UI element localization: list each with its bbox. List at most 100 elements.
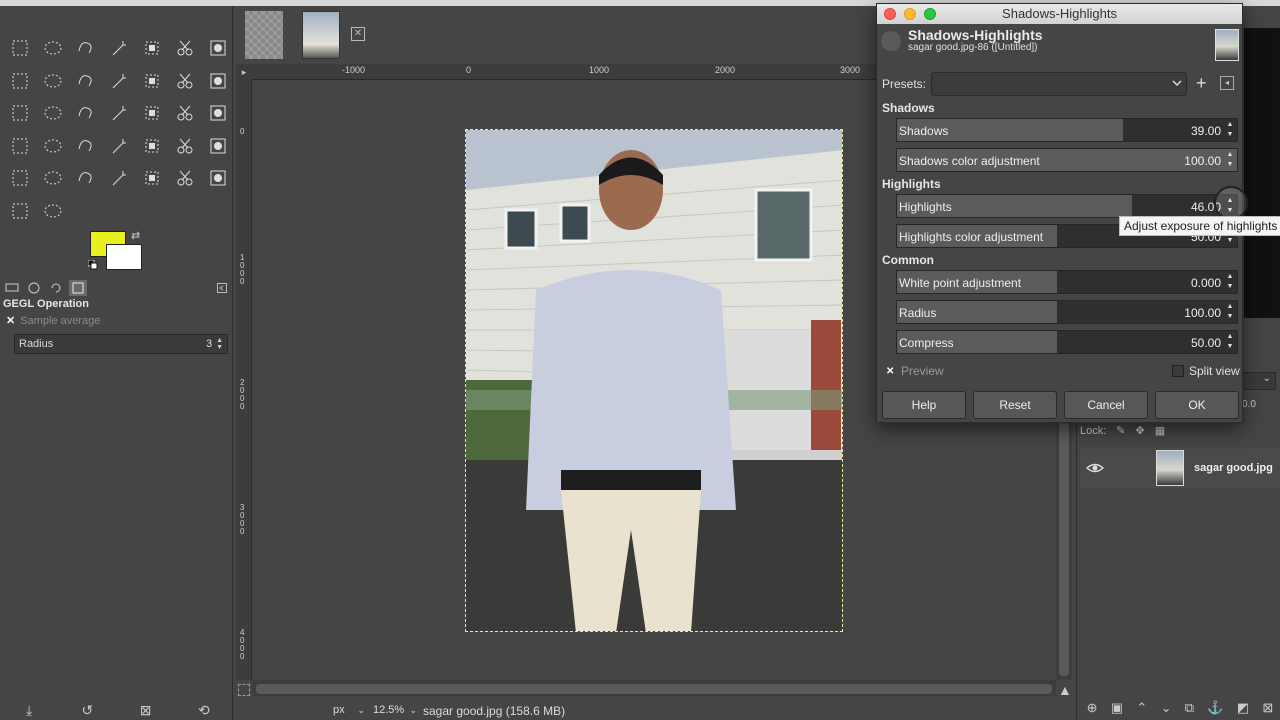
layer-name[interactable]: sagar good.jpg (1194, 462, 1273, 474)
chevron-down-icon[interactable] (1171, 77, 1183, 89)
presets-combo[interactable] (931, 72, 1187, 96)
smudge-tool-icon[interactable] (3, 195, 36, 228)
horizontal-scrollbar-thumb[interactable] (256, 684, 1052, 694)
pencil-tool-icon[interactable] (135, 130, 168, 163)
fuzzy-select-tool-icon[interactable] (102, 32, 135, 65)
ok-button[interactable]: OK (1155, 391, 1239, 419)
eye-icon[interactable] (1085, 459, 1105, 480)
foreground-select-tool-icon[interactable] (201, 32, 234, 65)
help-button[interactable]: Help (882, 391, 966, 419)
measure-tool-icon[interactable] (102, 65, 135, 98)
color-select-tool-icon[interactable] (135, 32, 168, 65)
image-layer-photo[interactable] (465, 129, 843, 632)
undo-history-tab-icon[interactable] (47, 280, 65, 296)
blur-tool-icon[interactable] (201, 162, 234, 195)
device-status-tab-icon[interactable] (3, 280, 21, 296)
unit-select[interactable]: px ⌄ (330, 700, 368, 720)
blend-tool-icon[interactable] (102, 130, 135, 163)
shadows-slider[interactable]: Shadows 39.00 ▲ ▼ (896, 118, 1238, 142)
save-options-icon[interactable]: ⤓ (21, 702, 37, 718)
mask-layer-icon[interactable]: ◩ (1237, 700, 1249, 720)
spin-arrows-icon[interactable]: ▲▼ (1225, 150, 1235, 170)
airbrush-tool-icon[interactable] (3, 162, 36, 195)
dodge-burn-tool-icon[interactable] (36, 195, 69, 228)
preset-menu-icon[interactable]: ◂ (1220, 76, 1234, 90)
shadows-color-adjustment-slider[interactable]: Shadows color adjustment 100.00 ▲ ▼ (896, 148, 1238, 172)
configure-tab-icon[interactable] (213, 280, 231, 296)
highlights-slider[interactable]: Highlights 46.00 ▲ ▼ (896, 194, 1238, 218)
scissors-select-tool-icon[interactable] (168, 32, 201, 65)
color-picker-tool-icon[interactable] (36, 65, 69, 98)
duplicate-layer-icon[interactable]: ⧉ (1185, 700, 1194, 720)
raise-layer-icon[interactable]: ⌃ (1136, 700, 1147, 720)
radius-spin-arrows-icon[interactable]: ▲ ▼ (216, 337, 223, 351)
tool-options-tab-icon[interactable] (25, 280, 43, 296)
flip-tool-icon[interactable] (201, 97, 234, 130)
split-view-checkbox[interactable] (1172, 365, 1184, 377)
window-minimize-button[interactable] (904, 8, 916, 20)
sample-average-option[interactable]: ✕ Sample average (6, 314, 100, 328)
handle-transform-tool-icon[interactable] (102, 97, 135, 130)
paths-tool-icon[interactable] (3, 65, 36, 98)
lock-alpha-icon[interactable]: ▦ (1155, 424, 1165, 437)
background-color-swatch[interactable] (106, 244, 142, 270)
restore-options-icon[interactable]: ↺ (79, 702, 95, 718)
rotate-tool-icon[interactable] (36, 97, 69, 130)
navigate-icon[interactable]: ▲ (1058, 682, 1072, 698)
zoom-tool-icon[interactable] (69, 65, 102, 98)
lock-pixels-icon[interactable]: ✎ (1116, 424, 1125, 437)
anchor-layer-icon[interactable]: ⚓ (1207, 700, 1223, 720)
free-select-tool-icon[interactable] (69, 32, 102, 65)
sample-average-checkbox[interactable]: ✕ (6, 314, 15, 327)
lower-layer-icon[interactable]: ⌄ (1161, 700, 1172, 720)
delete-options-icon[interactable]: ⊠ (138, 702, 154, 718)
ellipse-select-tool-icon[interactable] (36, 32, 69, 65)
layer-thumbnail[interactable] (1156, 450, 1184, 486)
image-tab-empty[interactable] (245, 11, 283, 59)
text-tool-icon[interactable] (36, 130, 69, 163)
new-layer-icon[interactable]: ⊕ (1087, 700, 1098, 720)
zoom-select[interactable]: 12.5% ⌄ (370, 700, 420, 720)
spin-arrows-icon[interactable]: ▲▼ (1225, 332, 1235, 352)
split-view-label[interactable]: Split view (1189, 364, 1240, 378)
reset-colors-icon[interactable] (87, 259, 98, 270)
heal-tool-icon[interactable] (135, 162, 168, 195)
align-tool-icon[interactable] (168, 65, 201, 98)
swap-colors-icon[interactable]: ⇄ (131, 229, 140, 242)
horizontal-ruler[interactable]: -1000 0 1000 2000 3000 (252, 64, 880, 80)
eraser-tool-icon[interactable] (201, 130, 234, 163)
preview-checkbox[interactable]: ✕ (886, 367, 896, 377)
layer-mode-select[interactable]: ⌄ (1240, 372, 1276, 390)
radius-spinner[interactable]: Radius 3 ▲ ▼ (14, 334, 228, 354)
perspective-tool-icon[interactable] (168, 97, 201, 130)
rect-select-tool-icon[interactable] (3, 32, 36, 65)
radius-slider[interactable]: Radius 100.00 ▲ ▼ (896, 300, 1238, 324)
clone-tool-icon[interactable] (102, 162, 135, 195)
spin-arrows-icon[interactable]: ▲▼ (1225, 302, 1235, 322)
new-layer-group-icon[interactable]: ▣ (1111, 700, 1123, 720)
add-preset-icon[interactable]: + (1196, 74, 1207, 92)
unified-transform-tool-icon[interactable] (3, 97, 36, 130)
move-tool-icon[interactable] (135, 65, 168, 98)
warp-transform-tool-icon[interactable] (3, 130, 36, 163)
window-maximize-button[interactable] (924, 8, 936, 20)
spin-arrows-icon[interactable]: ▲▼ (1225, 272, 1235, 292)
image-tab-photo[interactable] (302, 11, 340, 59)
opacity-value[interactable]: 0.0 (1242, 399, 1256, 410)
ink-tool-icon[interactable] (36, 162, 69, 195)
perspective-clone-tool-icon[interactable] (168, 162, 201, 195)
close-tab-icon[interactable]: ✕ (351, 27, 365, 41)
reset-button[interactable]: Reset (973, 391, 1057, 419)
shear-tool-icon[interactable] (69, 97, 102, 130)
spin-arrows-icon[interactable]: ▲▼ (1225, 120, 1235, 140)
white-point-adjustment-slider[interactable]: White point adjustment 0.000 ▲ ▼ (896, 270, 1238, 294)
images-tab-icon[interactable] (69, 280, 87, 296)
preview-label[interactable]: Preview (901, 364, 944, 378)
compress-slider[interactable]: Compress 50.00 ▲ ▼ (896, 330, 1238, 354)
layer-row[interactable]: sagar good.jpg (1080, 448, 1280, 488)
window-close-button[interactable] (884, 8, 896, 20)
cage-transform-tool-icon[interactable] (135, 97, 168, 130)
paintbrush-tool-icon[interactable] (168, 130, 201, 163)
crop-tool-icon[interactable] (201, 65, 234, 98)
delete-layer-icon[interactable]: ⊠ (1262, 700, 1273, 720)
